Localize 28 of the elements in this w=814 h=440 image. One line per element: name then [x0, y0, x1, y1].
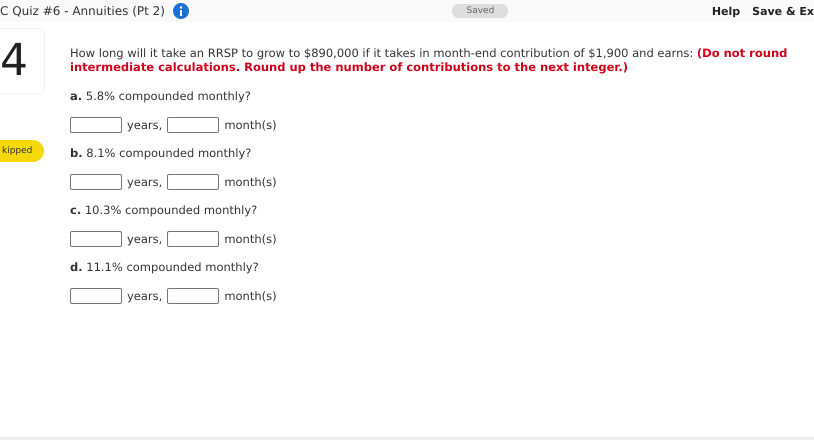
unit-label: month(s) [224, 175, 277, 189]
unit-label: month(s) [224, 232, 277, 246]
part-prompt: d. 11.1% compounded monthly? [70, 260, 260, 274]
answer-box[interactable] [167, 231, 220, 247]
unit-label: years, [127, 118, 162, 132]
info-icon[interactable] [172, 3, 189, 19]
answer-box[interactable] [70, 288, 122, 304]
unit-label: month(s) [224, 118, 277, 132]
skipped-badge: kipped [0, 140, 44, 162]
quiz-title: C Quiz #6 - Annuities (Pt 2) [0, 4, 165, 18]
question-text: How long will it take an RRSP to grow to $890,000 if it takes in month-end contribution of $1,900 and earns: (Do not round intermediate calculations. Round up the number of contributions to the next integer.) [70, 46, 788, 74]
answer-box[interactable] [70, 231, 122, 247]
header-link[interactable]: Help [712, 4, 740, 18]
answer-box[interactable] [167, 288, 220, 304]
part-prompt: b. 8.1% compounded monthly? [70, 146, 252, 160]
header-link[interactable]: Save & Ex [752, 4, 814, 18]
unit-label: years, [127, 232, 162, 246]
part-prompt: a. 5.8% compounded monthly? [70, 89, 252, 103]
saved-status: Saved [452, 4, 508, 18]
part-prompt: c. 10.3% compounded monthly? [70, 203, 258, 217]
unit-label: month(s) [224, 289, 277, 303]
answer-box[interactable] [167, 117, 220, 133]
answer-box[interactable] [167, 174, 220, 190]
unit-label: years, [127, 175, 162, 189]
unit-label: years, [127, 289, 162, 303]
answer-box[interactable] [70, 174, 122, 190]
answer-box[interactable] [70, 117, 122, 133]
question-number: 4 [0, 28, 45, 94]
